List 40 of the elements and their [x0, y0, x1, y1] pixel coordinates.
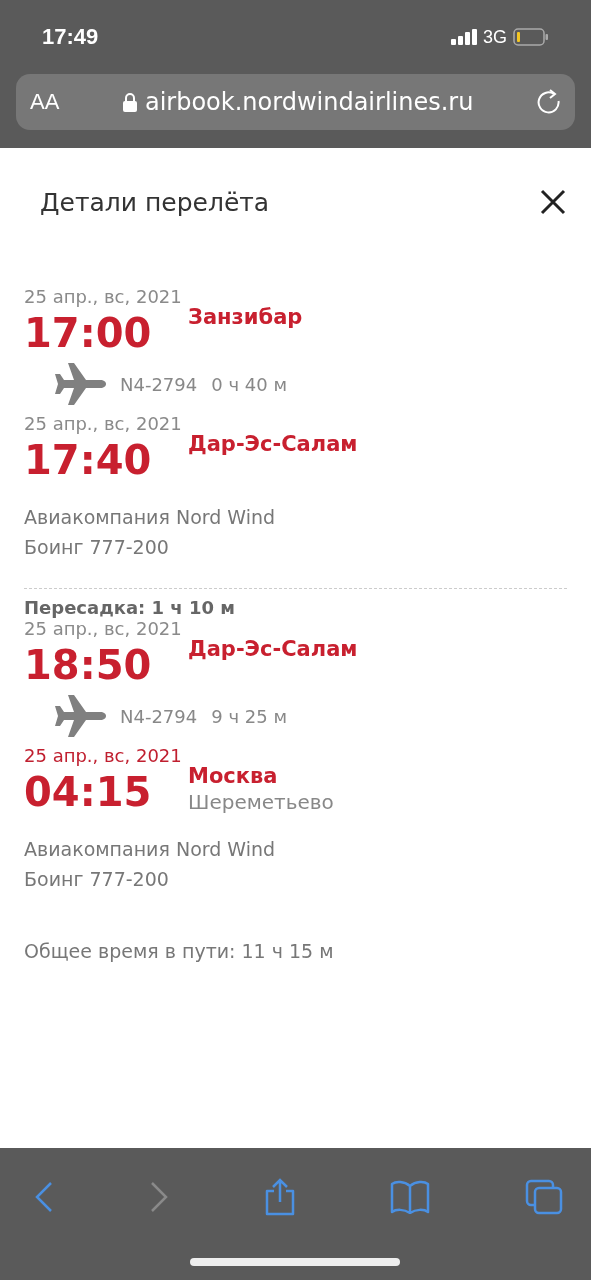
transfer-time: Пересадка: 1 ч 10 м [24, 597, 235, 618]
city-name: Дар-Эс-Салам [188, 432, 358, 456]
tabs-button[interactable] [525, 1179, 563, 1215]
flight-number: N4-2794 [120, 373, 198, 395]
airplane-icon [54, 695, 106, 737]
dialog-title: Детали перелёта [40, 187, 270, 217]
text-size-button[interactable]: AA [30, 89, 60, 115]
signal-icon [451, 29, 477, 45]
city-name: Москва [188, 764, 279, 788]
aircraft-type: Боинг 777-200 [24, 868, 170, 890]
address-bar[interactable]: AA airbook.nordwindairlines.ru [16, 74, 575, 130]
city-name: Дар-Эс-Салам [188, 637, 358, 661]
bookmarks-button[interactable] [390, 1180, 431, 1214]
flight-number: N4-2794 [120, 705, 198, 727]
airline-name: Авиакомпания Nord Wind [24, 838, 277, 860]
forward-button[interactable] [148, 1181, 169, 1213]
back-button[interactable] [34, 1181, 54, 1213]
flight-time: 04:15 [24, 768, 153, 816]
flight-date: 25 апр., вс, 2021 [24, 618, 183, 639]
url-text: airbook.nordwindairlines.ru [144, 88, 474, 116]
share-button[interactable] [263, 1178, 296, 1216]
reload-icon[interactable] [537, 89, 561, 115]
aircraft-type: Боинг 777-200 [24, 536, 170, 558]
close-button[interactable] [539, 188, 567, 216]
flight-time: 17:40 [24, 436, 153, 484]
flight-date: 25 апр., вс, 2021 [24, 286, 183, 307]
status-time: 17:49 [42, 24, 99, 50]
airplane-icon [54, 363, 106, 405]
flight-duration: 0 ч 40 м [211, 373, 287, 395]
flight-date: 25 апр., вс, 2021 [24, 745, 183, 766]
flight-time: 17:00 [24, 309, 153, 357]
flight-date: 25 апр., вс, 2021 [24, 413, 183, 434]
airline-name: Авиакомпания Nord Wind [24, 506, 277, 528]
lock-icon [122, 92, 137, 112]
flight-time: 18:50 [24, 641, 153, 689]
network-type: 3G [483, 26, 507, 48]
total-travel-time: Общее время в пути: 11 ч 15 м [24, 940, 335, 962]
city-name: Занзибар [188, 305, 303, 329]
flight-duration: 9 ч 25 м [211, 705, 287, 727]
airport-name: Шереметьево [188, 790, 334, 814]
